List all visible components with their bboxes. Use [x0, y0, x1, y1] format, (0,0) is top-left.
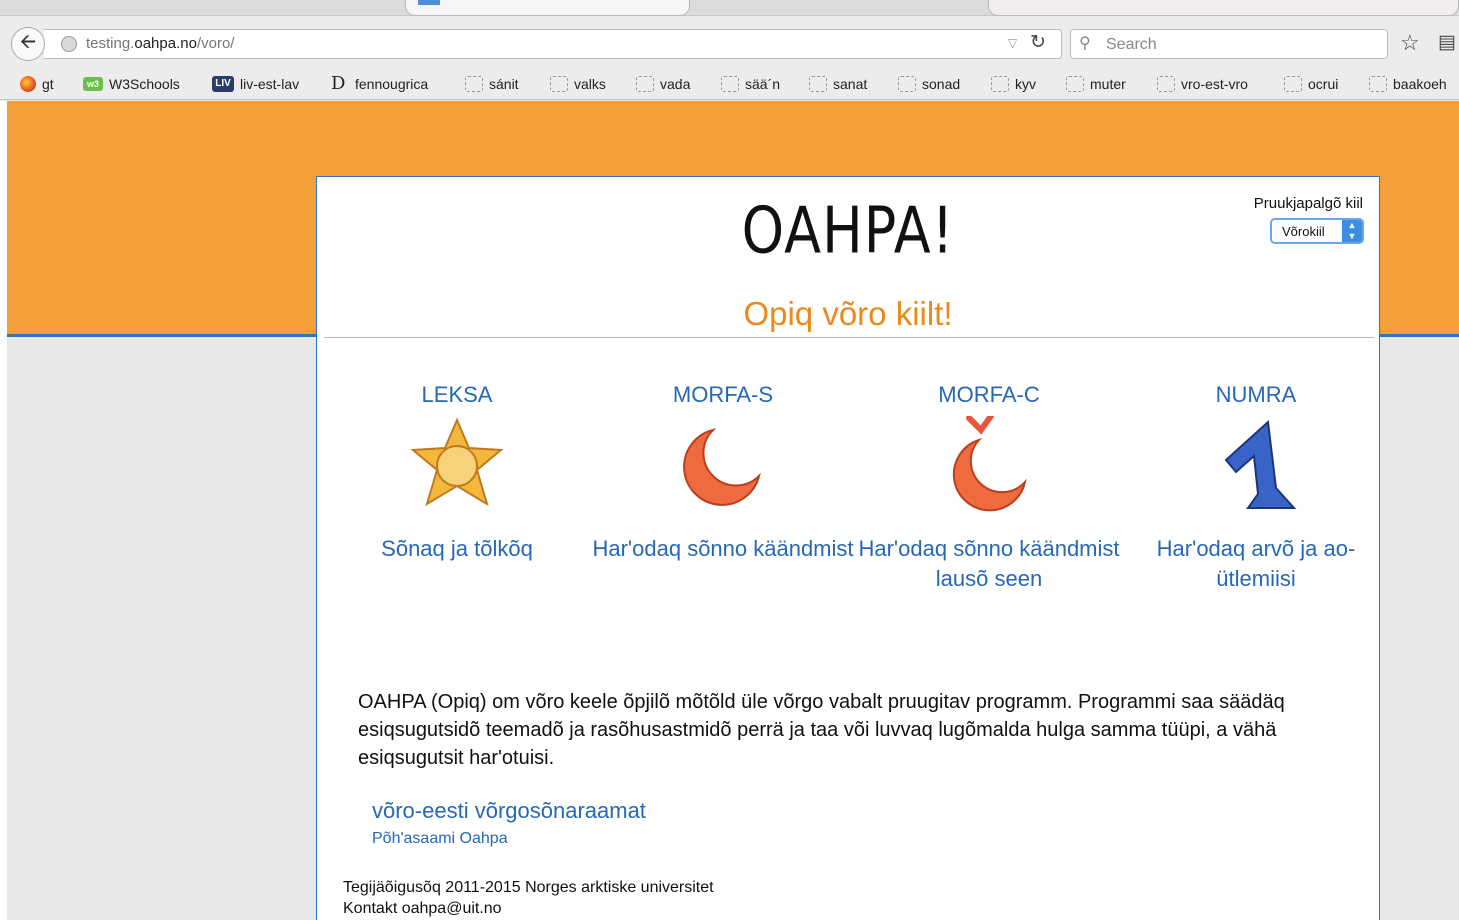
bookmark-fennougrica[interactable]: Dfennougrica: [331, 75, 428, 93]
bookmark-kyv[interactable]: kyv: [991, 75, 1036, 93]
game-description[interactable]: Har'odaq sõnno käändmist: [588, 534, 858, 564]
crescent-caron-icon[interactable]: [854, 416, 1124, 516]
search-icon: ⚲: [1079, 35, 1091, 52]
crescent-icon[interactable]: [588, 416, 858, 516]
bookmark-placeholder-icon: [636, 76, 654, 92]
url-dropdown-icon[interactable]: ▽: [1008, 36, 1017, 50]
w3schools-icon: w3: [83, 77, 103, 91]
bookmark-saan[interactable]: sää´n: [721, 75, 780, 93]
bookmark-placeholder-icon: [898, 76, 916, 92]
page-left-edge: [0, 101, 7, 920]
game-morfa-s[interactable]: MORFA-S Har'odaq sõnno käändmist: [588, 382, 858, 564]
contact-text: Kontakt oahpa@uit.no: [343, 900, 502, 917]
game-morfa-c[interactable]: MORFA-C Har'odaq sõnno käändmist lausõ s…: [854, 382, 1124, 594]
game-title[interactable]: NUMRA: [1121, 382, 1391, 408]
library-icon[interactable]: ▤: [1438, 31, 1456, 54]
oahpa-logo[interactable]: OAHPA!: [317, 193, 1379, 267]
bookmark-placeholder-icon: [1066, 76, 1084, 92]
bookmark-w3schools[interactable]: w3 W3Schools: [83, 75, 180, 93]
bookmark-star-icon[interactable]: ☆: [1400, 30, 1420, 56]
game-leksa[interactable]: LEKSA Sõnaq ja tõlkõq: [322, 382, 592, 564]
browser-tab[interactable]: [988, 0, 1459, 16]
footer: Tegijäõigusõq 2011-2015 Norges arktiske …: [343, 877, 714, 919]
bookmark-vada[interactable]: vada: [636, 75, 690, 93]
sami-oahpa-link[interactable]: Põh'asaami Oahpa: [372, 830, 508, 848]
dictionary-link[interactable]: võro-eesti võrgosõnaraamat: [372, 798, 646, 824]
bookmark-liv-est-lav[interactable]: LIV liv-est-lav: [212, 75, 299, 93]
bookmark-baakoeh[interactable]: baakoeh: [1369, 75, 1447, 93]
page-tagline: Opiq võro kiilt!: [743, 295, 953, 332]
bookmark-placeholder-icon: [465, 76, 483, 92]
search-placeholder[interactable]: Search: [1106, 36, 1157, 54]
back-arrow-icon: 🡨: [19, 31, 37, 53]
site-identity-icon[interactable]: [61, 36, 77, 52]
bookmark-placeholder-icon: [550, 76, 568, 92]
reload-icon[interactable]: ↻: [1030, 31, 1046, 54]
game-title[interactable]: MORFA-C: [854, 382, 1124, 408]
fennougrica-icon: D: [331, 73, 346, 94]
bookmark-sanat[interactable]: sanat: [809, 75, 867, 93]
firefox-icon: [20, 76, 36, 92]
sun-star-icon[interactable]: [322, 416, 592, 516]
bookmark-placeholder-icon: [721, 76, 739, 92]
bookmark-sonad[interactable]: sonad: [898, 75, 960, 93]
intro-paragraph: OAHPA (Opiq) om võro keele õpjilõ mõtõld…: [358, 691, 1285, 769]
bookmark-ocrui[interactable]: ocrui: [1284, 75, 1338, 93]
tab-favicon: [418, 0, 440, 5]
game-title[interactable]: MORFA-S: [588, 382, 858, 408]
tab-strip: [0, 0, 1459, 16]
number-one-icon[interactable]: [1121, 416, 1391, 516]
game-numra[interactable]: NUMRA Har'odaq arvõ ja ao-ütlemiisi: [1121, 382, 1391, 594]
game-title[interactable]: LEKSA: [322, 382, 592, 408]
bookmark-valks[interactable]: valks: [550, 75, 606, 93]
liv-icon: LIV: [212, 76, 234, 92]
main-panel: Pruukjapalgõ kiil Võrokiil ▲ ▼ OAHPA! Opi…: [316, 176, 1380, 920]
copyright-text: Tegijäõigusõq 2011-2015 Norges arktiske …: [343, 879, 714, 896]
bookmark-muter[interactable]: muter: [1066, 75, 1126, 93]
url-text[interactable]: testing.oahpa.no/voro/: [86, 35, 234, 52]
bookmark-gt[interactable]: gt: [20, 75, 54, 93]
bookmark-placeholder-icon: [1284, 76, 1302, 92]
bookmark-placeholder-icon: [1157, 76, 1175, 92]
game-description[interactable]: Sõnaq ja tõlkõq: [322, 534, 592, 564]
game-description[interactable]: Har'odaq sõnno käändmist lausõ seen: [854, 534, 1124, 594]
divider: [324, 337, 1374, 338]
bookmark-sanit[interactable]: sánit: [465, 75, 519, 93]
bookmark-placeholder-icon: [809, 76, 827, 92]
bookmark-vro-est-vro[interactable]: vro-est-vro: [1157, 75, 1248, 93]
game-description[interactable]: Har'odaq arvõ ja ao-ütlemiisi: [1121, 534, 1391, 594]
bookmark-placeholder-icon: [1369, 76, 1387, 92]
back-button[interactable]: 🡨: [11, 27, 45, 61]
bookmark-placeholder-icon: [991, 76, 1009, 92]
browser-tab-active[interactable]: [405, 0, 690, 16]
